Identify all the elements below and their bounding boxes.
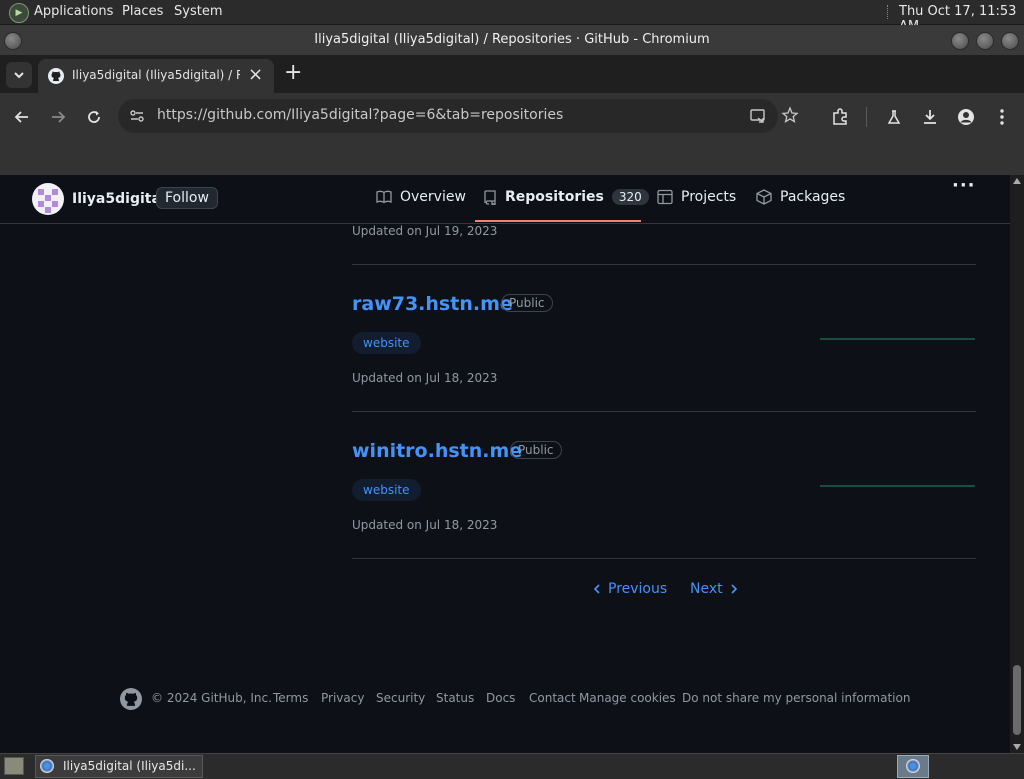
repo-divider bbox=[352, 411, 976, 412]
pagination-previous[interactable]: Previous bbox=[592, 581, 667, 597]
system-menu[interactable]: System bbox=[174, 4, 222, 19]
new-tab-button[interactable]: + bbox=[284, 60, 302, 85]
package-icon bbox=[756, 189, 772, 205]
tab-repositories[interactable]: Repositories 320 bbox=[483, 189, 649, 205]
github-favicon-icon bbox=[48, 68, 64, 88]
activity-sparkline bbox=[820, 338, 975, 340]
url-text[interactable]: https://github.com/Iliya5digital?page=6&… bbox=[157, 107, 563, 123]
extensions-icon[interactable] bbox=[828, 105, 852, 129]
tab-search-button[interactable] bbox=[6, 62, 32, 88]
places-menu[interactable]: Places bbox=[122, 4, 163, 19]
window-titlebar[interactable]: Iliya5digital (Iliya5digital) / Reposito… bbox=[0, 25, 1024, 55]
chevron-left-icon bbox=[593, 584, 600, 594]
topic-tag[interactable]: website bbox=[352, 332, 421, 354]
profile-icon[interactable] bbox=[954, 105, 978, 129]
active-tab-underline bbox=[475, 220, 641, 222]
page-content: Iliya5digital Follow Overview Repositori… bbox=[0, 175, 1010, 753]
browser-menu-icon[interactable] bbox=[990, 105, 1014, 129]
window-title: Iliya5digital (Iliya5digital) / Reposito… bbox=[314, 32, 710, 47]
forward-button[interactable] bbox=[46, 105, 70, 129]
repo-divider bbox=[352, 558, 976, 559]
download-icon[interactable] bbox=[918, 105, 942, 129]
footer-link-status[interactable]: Status bbox=[436, 691, 474, 705]
more-options-button[interactable]: ··· bbox=[952, 175, 976, 196]
top-panel: ▶ Applications Places System Thu Oct 17,… bbox=[0, 0, 1024, 34]
tab-active[interactable]: Iliya5digital (Iliya5digital) / Re × bbox=[38, 59, 274, 93]
workspace-switcher[interactable] bbox=[897, 755, 929, 778]
reload-button[interactable] bbox=[82, 105, 106, 129]
maximize-button[interactable] bbox=[976, 32, 994, 50]
repo-icon bbox=[484, 190, 496, 205]
avatar[interactable] bbox=[32, 183, 64, 215]
applications-menu[interactable]: Applications bbox=[34, 4, 113, 19]
visibility-badge: Public bbox=[501, 294, 553, 312]
gnome-foot-icon[interactable]: ▶ bbox=[9, 3, 29, 23]
footer-link-terms[interactable]: Terms bbox=[273, 691, 308, 705]
repo-name-link[interactable]: raw73.hstn.me bbox=[352, 293, 513, 315]
show-desktop-icon[interactable] bbox=[4, 757, 24, 775]
tab-projects-label: Projects bbox=[681, 189, 737, 205]
chromium-icon bbox=[40, 759, 54, 773]
scroll-down-arrow-icon[interactable] bbox=[1013, 744, 1021, 750]
taskbar: Iliya5digital (Iliya5di... bbox=[0, 753, 1024, 779]
repo-updated-date: Updated on Jul 19, 2023 bbox=[352, 224, 498, 238]
labs-flask-icon[interactable] bbox=[882, 105, 906, 129]
repositories-count-badge: 320 bbox=[611, 189, 649, 205]
footer-link-privacy[interactable]: Privacy bbox=[321, 691, 364, 705]
pagination-next-label: Next bbox=[690, 581, 723, 597]
book-icon bbox=[376, 190, 392, 204]
page-scrollbar[interactable] bbox=[1010, 175, 1024, 753]
site-info-icon[interactable] bbox=[129, 108, 145, 128]
chevron-right-icon bbox=[731, 584, 737, 594]
address-bar[interactable]: https://github.com/Iliya5digital?page=6&… bbox=[118, 99, 799, 133]
pagination-next[interactable]: Next bbox=[690, 581, 739, 597]
footer-link-security[interactable]: Security bbox=[376, 691, 425, 705]
footer-link-do-not-share[interactable]: Do not share my personal information bbox=[682, 691, 910, 705]
scroll-up-arrow-icon[interactable] bbox=[1013, 178, 1021, 184]
repo-updated-date: Updated on Jul 18, 2023 bbox=[352, 518, 498, 532]
toolbar-spacer bbox=[0, 141, 1024, 175]
table-icon bbox=[657, 189, 673, 205]
tab-strip: Iliya5digital (Iliya5digital) / Re × + bbox=[0, 55, 1024, 93]
bookmark-star-icon[interactable] bbox=[781, 106, 799, 128]
chromium-icon bbox=[906, 759, 920, 773]
tab-overview-label: Overview bbox=[400, 189, 466, 205]
footer-copyright: © 2024 GitHub, Inc. bbox=[151, 691, 272, 705]
github-logo-icon[interactable] bbox=[120, 688, 142, 714]
cast-icon[interactable] bbox=[749, 107, 767, 129]
footer-link-docs[interactable]: Docs bbox=[486, 691, 515, 705]
activity-sparkline bbox=[820, 485, 975, 487]
tab-projects[interactable]: Projects bbox=[657, 189, 736, 205]
pagination-previous-label: Previous bbox=[608, 581, 668, 597]
repo-updated-date: Updated on Jul 18, 2023 bbox=[352, 371, 498, 385]
toolbar-separator bbox=[866, 107, 867, 127]
tab-packages[interactable]: Packages bbox=[756, 189, 845, 205]
minimize-button[interactable] bbox=[951, 32, 969, 50]
taskbar-window-label: Iliya5digital (Iliya5di... bbox=[63, 759, 196, 773]
profile-sticky-header: Iliya5digital Follow Overview Repositori… bbox=[0, 175, 1010, 224]
visibility-badge: Public bbox=[510, 441, 562, 459]
back-button[interactable] bbox=[10, 105, 34, 129]
close-window-button[interactable] bbox=[1001, 32, 1019, 50]
tab-close-button[interactable]: × bbox=[248, 64, 263, 85]
repo-divider bbox=[352, 264, 976, 265]
taskbar-window-button[interactable]: Iliya5digital (Iliya5di... bbox=[35, 755, 203, 778]
tab-overview[interactable]: Overview bbox=[376, 189, 466, 205]
tab-title: Iliya5digital (Iliya5digital) / Re bbox=[72, 68, 240, 82]
tab-packages-label: Packages bbox=[780, 189, 846, 205]
browser-toolbar: https://github.com/Iliya5digital?page=6&… bbox=[0, 93, 1024, 141]
repo-name-link[interactable]: winitro.hstn.me bbox=[352, 440, 522, 462]
scrollbar-thumb[interactable] bbox=[1013, 665, 1021, 735]
follow-button[interactable]: Follow bbox=[156, 187, 218, 209]
panel-separator bbox=[887, 5, 891, 19]
footer-link-manage-cookies[interactable]: Manage cookies bbox=[579, 691, 676, 705]
footer-link-contact[interactable]: Contact bbox=[529, 691, 576, 705]
tab-repositories-label: Repositories bbox=[505, 189, 604, 205]
topic-tag[interactable]: website bbox=[352, 479, 421, 501]
profile-username[interactable]: Iliya5digital bbox=[72, 191, 166, 207]
